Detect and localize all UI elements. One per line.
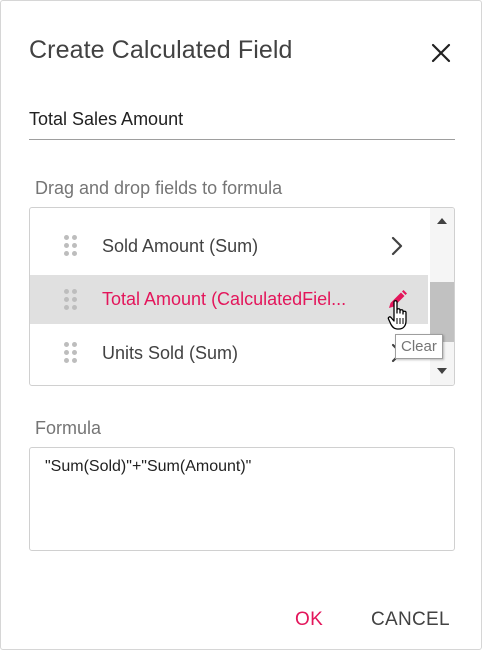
field-name-input[interactable]: [29, 106, 455, 140]
tooltip: Clear: [395, 334, 443, 359]
scroll-up-arrow-icon[interactable]: [430, 210, 454, 232]
list-item-sold-amount[interactable]: Sold Amount (Sum): [30, 222, 428, 270]
cancel-button[interactable]: CANCEL: [371, 605, 450, 635]
chevron-right-icon[interactable]: [386, 235, 408, 257]
scroll-down-arrow-icon[interactable]: [430, 360, 454, 382]
drag-drop-label: Drag and drop fields to formula: [35, 178, 283, 198]
drag-handle-icon[interactable]: [64, 235, 78, 257]
dialog-title: Create Calculated Field: [29, 36, 293, 64]
drag-handle-icon[interactable]: [64, 342, 78, 364]
list-item-label: Units Sold (Sum): [102, 342, 239, 363]
formula-textarea[interactable]: "Sum(Sold)"+"Sum(Amount)": [29, 447, 455, 551]
close-icon: [431, 43, 451, 63]
formula-label: Formula: [35, 418, 102, 438]
create-calculated-field-dialog: Create Calculated Field Drag and drop fi…: [0, 0, 482, 650]
edit-icon[interactable]: [386, 289, 408, 311]
field-list: Sold Amount (Sum) Total Amount (Calculat…: [29, 207, 455, 386]
close-button[interactable]: [425, 37, 457, 69]
list-item-total-amount[interactable]: Total Amount (CalculatedFiel...: [30, 275, 428, 324]
list-item-units-sold[interactable]: Units Sold (Sum): [30, 329, 428, 377]
list-item-label: Sold Amount (Sum): [102, 235, 259, 256]
ok-button[interactable]: OK: [295, 605, 323, 635]
drag-handle-icon[interactable]: [64, 288, 78, 311]
scrollbar-thumb[interactable]: [430, 282, 454, 342]
list-item-label: Total Amount (CalculatedFiel...: [102, 289, 347, 309]
